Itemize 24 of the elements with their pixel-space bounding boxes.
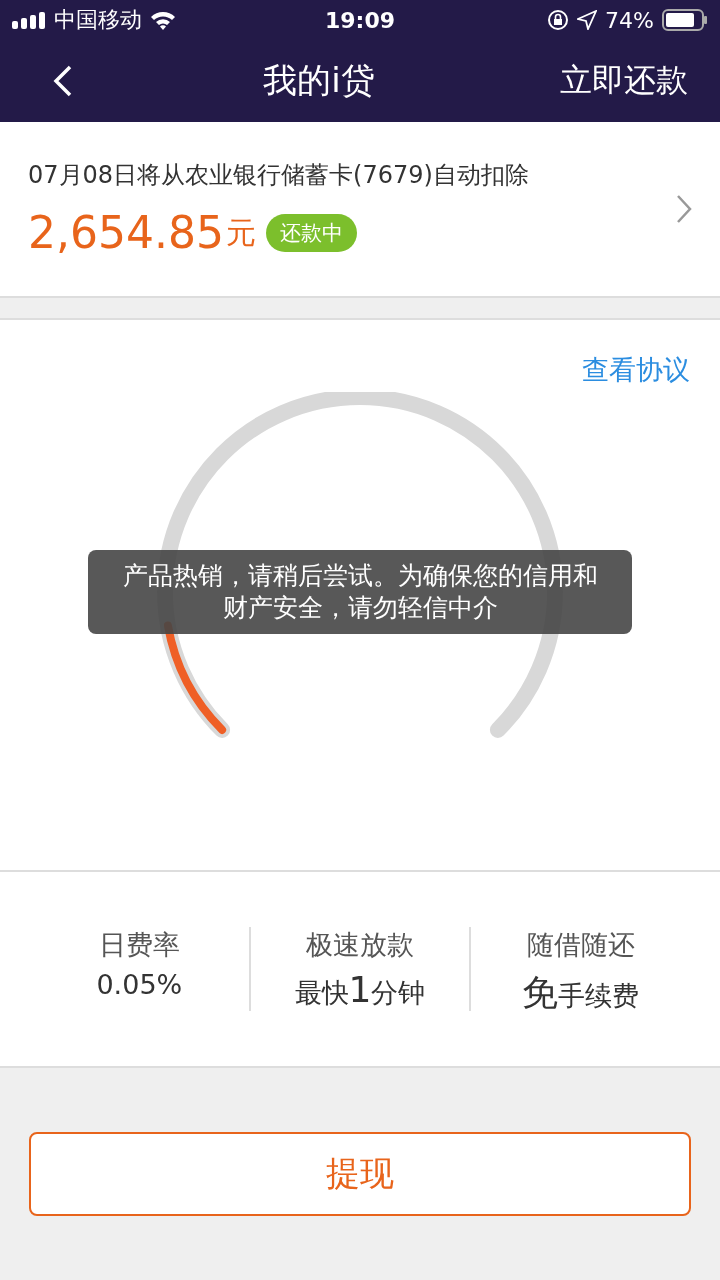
carrier-name: 中国移动	[54, 6, 142, 34]
battery-icon	[662, 9, 708, 31]
view-agreement-link[interactable]: 查看协议	[582, 351, 690, 388]
feature-title: 极速放款	[306, 928, 414, 963]
wifi-icon	[150, 10, 176, 30]
page-title: 我的i贷	[263, 59, 375, 102]
signal-icon	[12, 11, 46, 29]
repayment-amount: 2,654.85	[28, 207, 224, 259]
currency-unit: 元	[225, 214, 256, 253]
clock-time: 19:09	[325, 7, 395, 33]
location-arrow-icon	[577, 10, 598, 30]
feature-value: 0.05%	[96, 969, 183, 1001]
chevron-right-icon	[676, 193, 692, 224]
feature-value: 最快1分钟	[294, 969, 426, 1012]
repay-now-button[interactable]: 立即还款	[560, 59, 688, 103]
toast-message: 产品热销，请稍后尝试。为确保您的信用和财产安全，请勿轻信中介	[88, 549, 632, 634]
rotation-lock-icon	[547, 9, 570, 31]
repayment-card[interactable]: 07月08日将从农业银行储蓄卡(7679)自动扣除 2,654.85 元 还款中	[0, 122, 720, 298]
battery-percent: 74%	[605, 7, 654, 33]
status-tag: 还款中	[265, 213, 357, 252]
feature-title: 随借随还	[526, 928, 635, 963]
feature-title: 日费率	[98, 928, 180, 963]
feature-value: 免手续费	[522, 971, 640, 1016]
auto-debit-notice: 07月08日将从农业银行储蓄卡(7679)自动扣除	[28, 160, 530, 192]
